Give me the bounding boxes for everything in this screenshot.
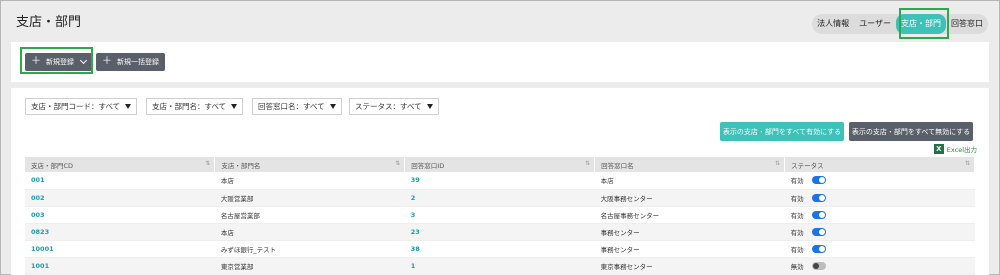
branch-name-cell: 名古屋営業部: [214, 206, 405, 224]
excel-icon: X: [933, 144, 944, 154]
branch-code-link[interactable]: 002: [25, 189, 215, 207]
window-name-cell: 本店: [594, 172, 785, 190]
status-toggle[interactable]: [811, 210, 826, 219]
branch-code-link[interactable]: 003: [25, 206, 215, 224]
excel-label: Excel出力: [946, 146, 977, 154]
column-header-code[interactable]: 支店・部門CD ⇅: [25, 157, 216, 172]
sort-icon: ⇅: [205, 160, 211, 167]
column-header-name[interactable]: 支店・部門名 ⇅: [214, 157, 406, 172]
window-id-link[interactable]: 38: [404, 240, 595, 258]
toolbar-panel: ＋ 新規登録 ＋ 新規一括登録: [11, 42, 989, 82]
column-header-window-name[interactable]: 回答窓口名 ⇅: [594, 157, 786, 172]
filter-branch-name[interactable]: 支店・部門名：すべて: [146, 98, 244, 115]
bulk-register-label: 新規一括登録: [117, 58, 159, 66]
sort-icon: ⇅: [775, 160, 781, 167]
window-id-link[interactable]: 3: [404, 206, 595, 224]
bulk-register-button[interactable]: ＋ 新規一括登録: [96, 53, 165, 71]
column-title: 支店・部門CD: [31, 161, 74, 170]
window-name-cell: 大阪事務センター: [594, 189, 785, 207]
caret-down-icon: [329, 104, 336, 109]
column-title: 回答窓口ID: [411, 161, 445, 170]
toggle-knob: [818, 245, 825, 252]
table-row: 10001 みずほ銀行_テスト 38 事務センター 有効: [25, 240, 975, 258]
disable-all-button[interactable]: 表示の支店・部門をすべて無効にする: [849, 122, 973, 141]
tab-response-window[interactable]: 回答窓口: [946, 14, 988, 34]
window-id-link[interactable]: 39: [404, 172, 595, 190]
branch-name-cell: 本店: [214, 223, 405, 241]
toggle-knob: [818, 211, 825, 218]
status-toggle[interactable]: [811, 176, 826, 185]
excel-export-link[interactable]: X Excel出力: [933, 144, 977, 154]
window-name-cell: 事務センター: [594, 240, 785, 258]
status-text: 有効: [790, 211, 804, 220]
highlight-box-tab: [899, 8, 949, 39]
enable-all-button[interactable]: 表示の支店・部門をすべて有効にする: [720, 122, 844, 141]
status-cell: 有効: [784, 172, 975, 190]
table-header-row: 支店・部門CD ⇅ 支店・部門名 ⇅ 回答窓口ID ⇅ 回答窓口名 ⇅ ステータス ⇅: [25, 157, 975, 172]
toggle-knob: [818, 177, 825, 184]
status-toggle[interactable]: [811, 193, 826, 202]
column-header-window-id[interactable]: 回答窓口ID ⇅: [404, 157, 596, 172]
caret-down-icon: [231, 104, 238, 109]
status-cell: 有効: [784, 223, 975, 241]
filter-window-name[interactable]: 回答窓口名：すべて: [252, 98, 342, 115]
toggle-knob: [818, 194, 825, 201]
branch-name-cell: 本店: [214, 172, 405, 190]
column-title: 回答窓口名: [601, 161, 634, 170]
status-cell: 有効: [784, 206, 975, 224]
filter-branch-code[interactable]: 支店・部門コード：すべて: [25, 98, 138, 115]
branch-code-link[interactable]: 0823: [25, 223, 215, 241]
column-title: ステータス: [791, 161, 824, 170]
branch-name-cell: みずほ銀行_テスト: [214, 240, 405, 258]
window-id-link[interactable]: 1: [404, 257, 595, 275]
column-title: 支店・部門名: [221, 161, 261, 170]
toggle-knob: [812, 262, 819, 269]
branch-table: 支店・部門CD ⇅ 支店・部門名 ⇅ 回答窓口ID ⇅ 回答窓口名 ⇅ ステータス ⇅ 0…: [25, 157, 975, 275]
status-text: 有効: [790, 228, 804, 237]
sort-icon: ⇅: [395, 160, 401, 167]
filter-label: ステータス：すべて: [355, 102, 422, 111]
status-text: 無効: [790, 262, 804, 271]
status-text: 有効: [790, 245, 804, 254]
column-header-status[interactable]: ステータス ⇅: [784, 157, 975, 172]
sort-icon: ⇅: [964, 160, 970, 167]
main-panel: 支店・部門コード：すべて 支店・部門名：すべて 回答窓口名：すべて ステータス：…: [11, 88, 989, 275]
caret-down-icon: [426, 104, 433, 109]
page-title: 支店・部門: [16, 15, 82, 30]
plus-icon: ＋: [102, 56, 112, 67]
table-row: 0823 本店 23 事務センター 有効: [25, 223, 975, 241]
status-toggle[interactable]: [811, 261, 826, 270]
window-name-cell: 東京事務センター: [594, 257, 785, 275]
status-text: 有効: [790, 194, 804, 203]
sort-icon: ⇅: [585, 160, 591, 167]
filter-label: 回答窓口名：すべて: [258, 102, 325, 111]
window-id-link[interactable]: 2: [404, 189, 595, 207]
window-name-cell: 名古屋事務センター: [594, 206, 785, 224]
branch-name-cell: 大阪営業部: [214, 189, 405, 207]
status-text: 有効: [790, 177, 804, 186]
filter-label: 支店・部門コード：すべて: [31, 102, 121, 111]
table-row: 1001 東京営業部 1 東京事務センター 無効: [25, 257, 975, 275]
toggle-knob: [818, 228, 825, 235]
filter-label: 支店・部門名：すべて: [152, 102, 227, 111]
tab-corporate-info[interactable]: 法人情報: [812, 14, 854, 34]
highlight-box-new: [20, 47, 93, 74]
window-name-cell: 事務センター: [594, 223, 785, 241]
status-cell: 有効: [784, 189, 975, 207]
tab-users[interactable]: ユーザー: [854, 14, 896, 34]
table-row: 002 大阪営業部 2 大阪事務センター 有効: [25, 189, 975, 207]
window-id-link[interactable]: 23: [404, 223, 595, 241]
caret-down-icon: [125, 104, 132, 109]
table-row: 001 本店 39 本店 有効: [25, 172, 975, 190]
status-cell: 無効: [784, 257, 975, 275]
status-cell: 有効: [784, 240, 975, 258]
table-row: 003 名古屋営業部 3 名古屋事務センター 有効: [25, 206, 975, 224]
status-toggle[interactable]: [811, 227, 826, 236]
branch-code-link[interactable]: 001: [25, 172, 215, 190]
branch-code-link[interactable]: 10001: [25, 240, 215, 258]
filter-status[interactable]: ステータス：すべて: [349, 98, 439, 115]
status-toggle[interactable]: [811, 244, 826, 253]
branch-code-link[interactable]: 1001: [25, 257, 215, 275]
branch-name-cell: 東京営業部: [214, 257, 405, 275]
